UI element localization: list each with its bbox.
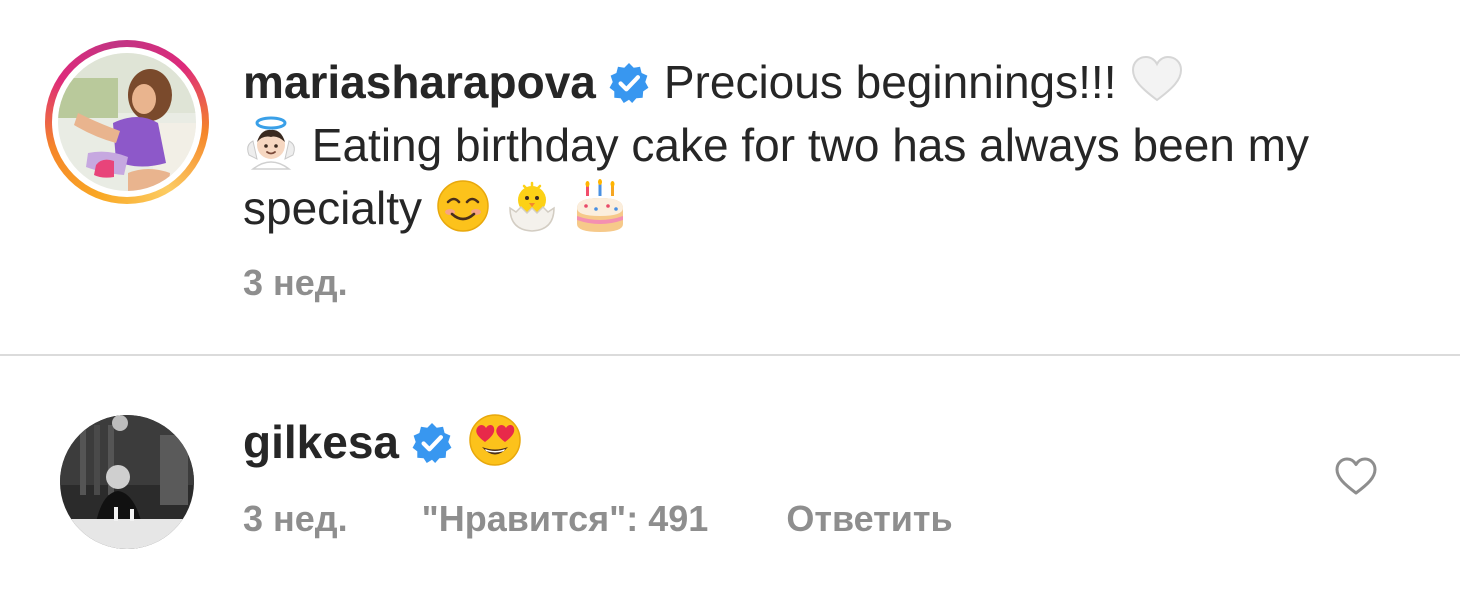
reply-button[interactable]: Ответить xyxy=(786,498,952,540)
comment-text: gilkesa xyxy=(243,411,523,474)
comment-meta: 3 нед. "Нравится": 491 Ответить xyxy=(243,498,953,540)
commenter-avatar[interactable] xyxy=(60,415,194,549)
hatching-chick-emoji xyxy=(508,181,555,232)
comment-username[interactable]: gilkesa xyxy=(243,416,399,468)
comment-item: gilkesa 3 нед. "Нравится": 491 Ответить xyxy=(0,356,1460,610)
caption-timestamp: 3 нед. xyxy=(243,262,348,303)
smiling-face-emoji xyxy=(437,180,489,232)
verified-badge-icon xyxy=(609,63,649,103)
verified-badge-icon xyxy=(412,423,452,463)
white-heart-emoji xyxy=(1132,55,1183,102)
post-caption: mariasharapova Precious beginnings!!! Ea… xyxy=(0,0,1460,354)
heart-eyes-emoji xyxy=(469,414,521,466)
caption-username[interactable]: mariasharapova xyxy=(243,56,596,108)
caption-text-part1: Precious beginnings!!! xyxy=(663,56,1117,108)
caption-text: mariasharapova Precious beginnings!!! Ea… xyxy=(243,51,1363,240)
avatar[interactable] xyxy=(58,53,196,191)
comment-timestamp: 3 нед. xyxy=(243,498,348,539)
caption-text-part2: Eating birthday cake for two has always … xyxy=(243,119,1309,234)
birthday-cake-emoji xyxy=(577,179,624,232)
heart-outline-icon[interactable] xyxy=(1334,456,1378,496)
comment-likes[interactable]: "Нравится": 491 xyxy=(422,498,709,540)
angel-emoji xyxy=(247,116,295,170)
comments-view: mariasharapova Precious beginnings!!! Ea… xyxy=(0,0,1460,610)
